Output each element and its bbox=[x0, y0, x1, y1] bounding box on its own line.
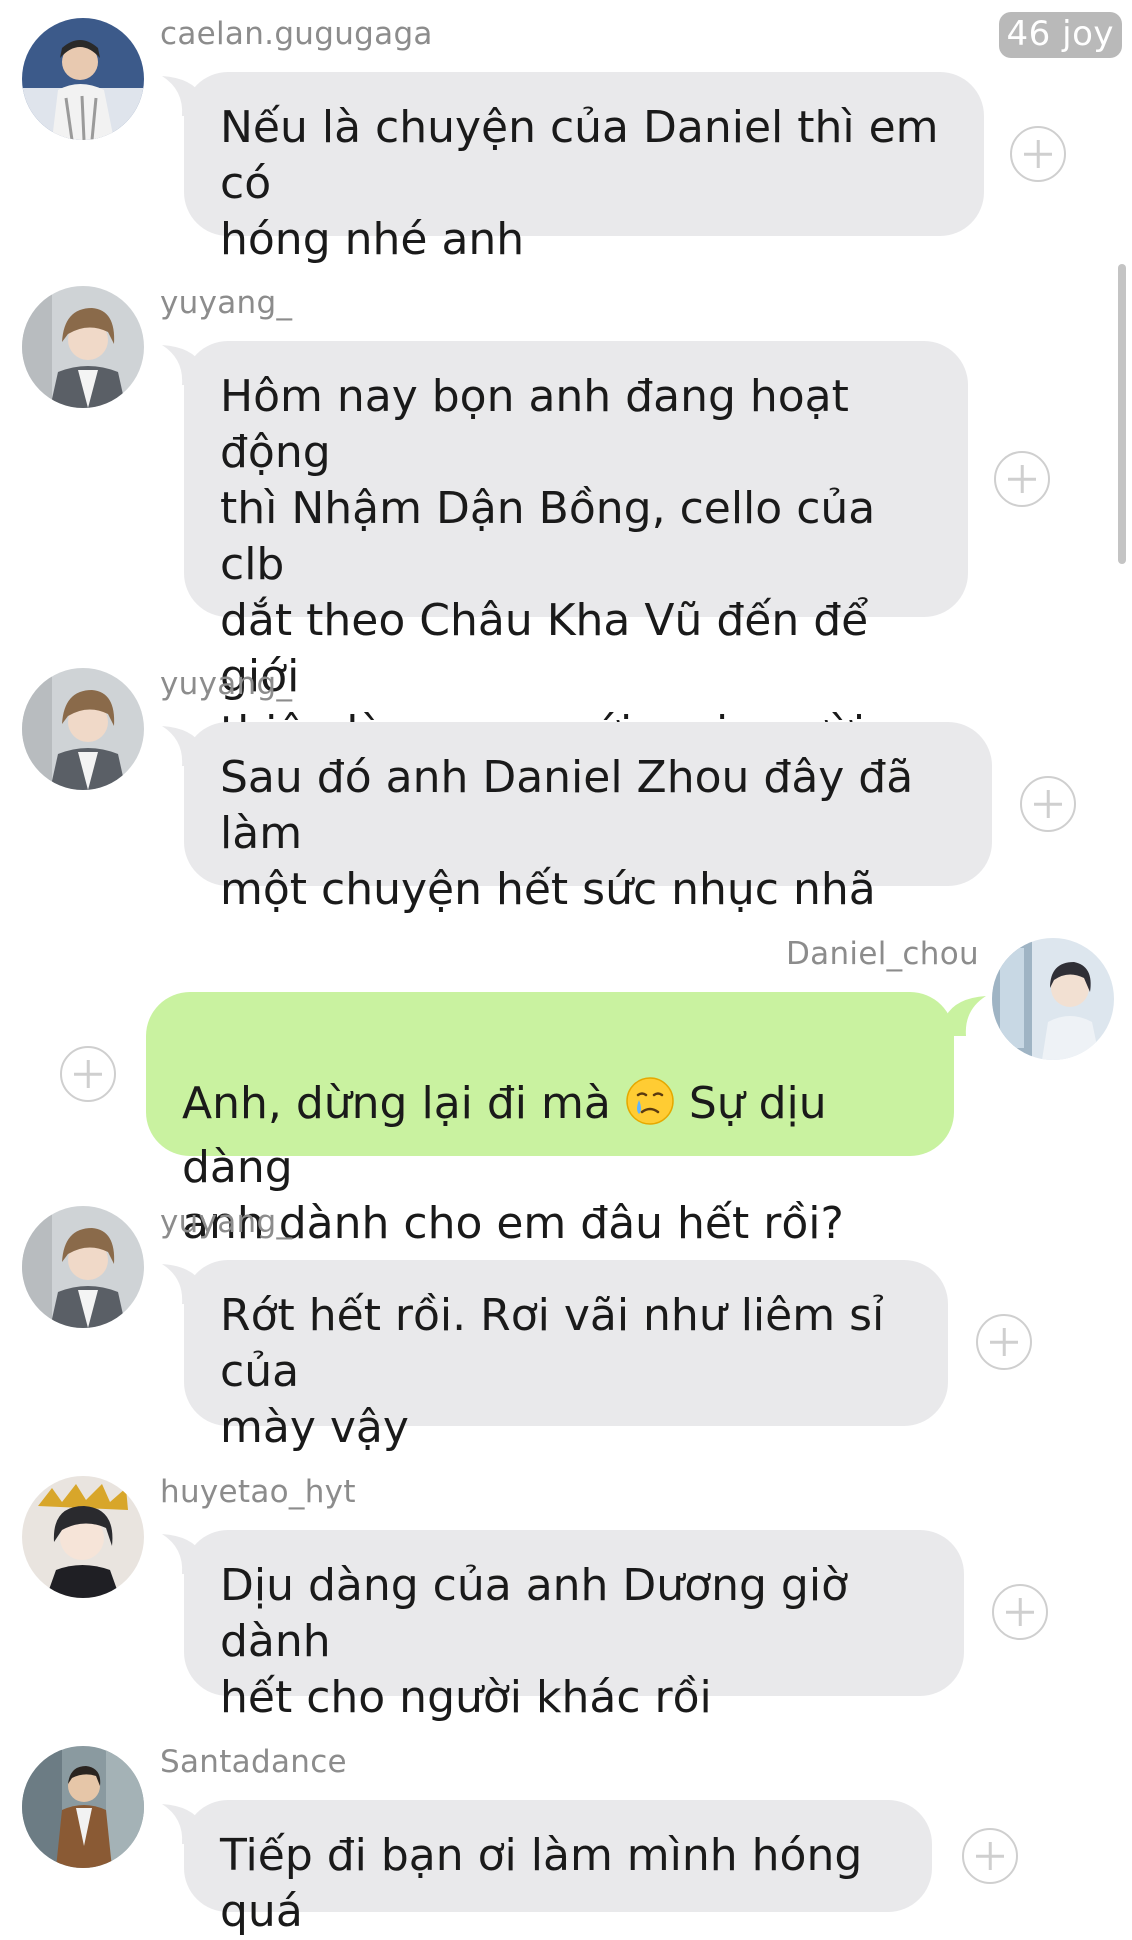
add-reaction-button[interactable] bbox=[1010, 126, 1066, 182]
sender-name: huyetao_hyt bbox=[160, 1474, 356, 1510]
add-reaction-button[interactable] bbox=[1020, 776, 1076, 832]
sender-name: yuyang_ bbox=[160, 1204, 293, 1240]
scrollbar[interactable] bbox=[1118, 264, 1126, 564]
add-reaction-button[interactable] bbox=[994, 451, 1050, 507]
add-reaction-button[interactable] bbox=[60, 1046, 116, 1102]
sender-name: Daniel_chou bbox=[786, 936, 979, 972]
add-reaction-button[interactable] bbox=[992, 1584, 1048, 1640]
add-reaction-button[interactable] bbox=[962, 1828, 1018, 1884]
user-avatar-yuyang[interactable] bbox=[22, 1206, 144, 1328]
message-bubble[interactable]: Hôm nay bọn anh đang hoạt động thì Nhậm … bbox=[184, 341, 968, 758]
user-avatar-yuyang[interactable] bbox=[22, 668, 144, 790]
user-avatar-yuyang[interactable] bbox=[22, 286, 144, 408]
message-bubble[interactable]: Rớt hết rồi. Rơi vãi như liêm sỉ của mày… bbox=[184, 1260, 948, 1453]
message-text: Anh, dừng lại đi mà bbox=[182, 1078, 625, 1129]
sender-name: yuyang_ bbox=[160, 285, 293, 321]
user-avatar-daniel[interactable] bbox=[992, 938, 1114, 1060]
crying-face-emoji bbox=[625, 1076, 675, 1140]
message-bubble[interactable]: Sau đó anh Daniel Zhou đây đã làm một ch… bbox=[184, 722, 992, 915]
watermark-badge: 46 joy bbox=[998, 12, 1122, 58]
message-bubble[interactable]: Anh, dừng lại đi mà Sự dịu dàng anh dành… bbox=[146, 992, 954, 1249]
add-reaction-button[interactable] bbox=[976, 1314, 1032, 1370]
user-avatar-santadance[interactable] bbox=[22, 1746, 144, 1868]
message-bubble[interactable]: Nếu là chuyện của Daniel thì em có hóng … bbox=[184, 72, 984, 265]
user-avatar-caelan[interactable] bbox=[22, 18, 144, 140]
user-avatar-huyetao[interactable] bbox=[22, 1476, 144, 1598]
sender-name: yuyang_ bbox=[160, 666, 293, 702]
message-bubble[interactable]: Tiếp đi bạn ơi làm mình hóng quá bbox=[184, 1800, 932, 1937]
sender-name: Santadance bbox=[160, 1744, 347, 1780]
sender-name: caelan.gugugaga bbox=[160, 16, 433, 52]
message-bubble[interactable]: Dịu dàng của anh Dương giờ dành hết cho … bbox=[184, 1530, 964, 1723]
